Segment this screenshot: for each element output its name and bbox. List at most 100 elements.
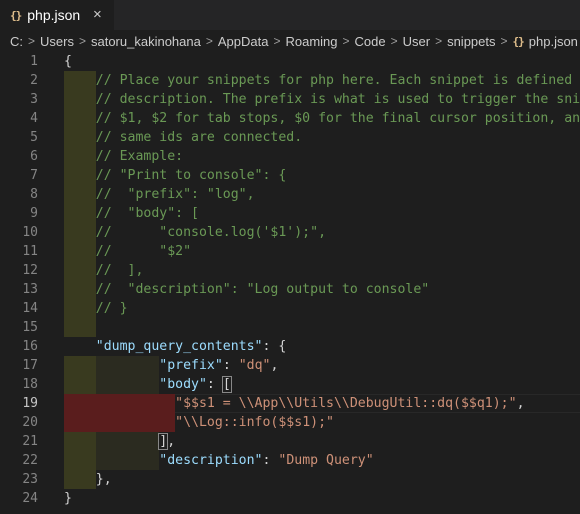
code-token: // "description": "Log output to console… [64, 282, 430, 297]
code-line[interactable]: 11 // "$2" [0, 242, 580, 261]
code-line[interactable]: 9 // "body": [ [0, 204, 580, 223]
code-text: // Example: [64, 147, 183, 166]
code-token: "body" [159, 377, 207, 392]
code-token: }, [64, 472, 112, 487]
code-editor[interactable]: 1{2 // Place your snippets for php here.… [0, 52, 580, 514]
code-line[interactable]: 17 "prefix": "dq", [0, 356, 580, 375]
line-number: 2 [30, 73, 38, 88]
code-line[interactable]: 22 "description": "Dump Query" [0, 451, 580, 470]
line-number: 6 [30, 149, 38, 164]
chevron-right-icon: > [28, 34, 36, 48]
indent-highlight [64, 318, 96, 337]
code-token: } [64, 491, 72, 506]
code-token: { [64, 54, 72, 69]
code-text: }, [64, 470, 112, 489]
code-line[interactable]: 4 // $1, $2 for tab stops, $0 for the fi… [0, 109, 580, 128]
code-line[interactable]: 19 "$$s1 = \\App\\Utils\\DebugUtil::dq($… [0, 394, 580, 413]
code-token: "\\Log::info($$s1);" [175, 415, 334, 430]
chevron-right-icon: > [342, 34, 350, 48]
code-token: "$$s1 = \\App\\Utils\\DebugUtil::dq($$q1… [175, 396, 517, 411]
code-token: [ [221, 376, 232, 393]
code-line[interactable]: 14 // } [0, 299, 580, 318]
chevron-right-icon: > [273, 34, 281, 48]
code-line[interactable]: 1{ [0, 52, 580, 71]
code-text: "dump_query_contents": { [64, 337, 287, 356]
breadcrumb-item[interactable]: Code [355, 34, 386, 49]
code-token: // Place your snippets for php here. Eac… [64, 73, 580, 88]
breadcrumb-item[interactable]: AppData [218, 34, 269, 49]
breadcrumb: C: > Users > satoru_kakinohana > AppData > Roami… [0, 30, 580, 52]
code-text: } [64, 489, 72, 508]
line-number: 18 [22, 377, 38, 392]
line-number: 7 [30, 168, 38, 183]
tab-php-json[interactable]: {} php.json × [0, 0, 114, 30]
breadcrumb-item[interactable]: snippets [447, 34, 495, 49]
code-token: : { [262, 339, 287, 354]
code-line[interactable]: 10 // "console.log('$1');", [0, 223, 580, 242]
breadcrumb-item[interactable]: User [403, 34, 430, 49]
code-line[interactable]: 18 "body": [ [0, 375, 580, 394]
breadcrumb-item[interactable]: satoru_kakinohana [91, 34, 201, 49]
code-line[interactable]: 7 // "Print to console": { [0, 166, 580, 185]
code-token: // "Print to console": { [64, 168, 287, 183]
code-line[interactable]: 5 // same ids are connected. [0, 128, 580, 147]
code-text: // } [64, 299, 128, 318]
code-token: "prefix" [159, 358, 223, 373]
code-token: : [222, 358, 239, 373]
code-token: "description" [159, 453, 263, 468]
line-number: 10 [22, 225, 38, 240]
code-line[interactable]: 2 // Place your snippets for php here. E… [0, 71, 580, 90]
line-number: 1 [30, 54, 38, 69]
chevron-right-icon: > [205, 34, 213, 48]
breadcrumb-item[interactable]: Roaming [285, 34, 337, 49]
code-token: // } [64, 301, 128, 316]
code-line[interactable]: 16 "dump_query_contents": { [0, 337, 580, 356]
line-number: 12 [22, 263, 38, 278]
code-token: , [167, 434, 176, 449]
code-line[interactable]: 20 "\\Log::info($$s1);" [0, 413, 580, 432]
code-line[interactable]: 13 // "description": "Log output to cons… [0, 280, 580, 299]
code-text: // description. The prefix is what is us… [64, 90, 580, 109]
code-line[interactable]: 3 // description. The prefix is what is … [0, 90, 580, 109]
breadcrumb-file[interactable]: php.json [529, 34, 578, 49]
code-text: "description": "Dump Query" [64, 451, 373, 470]
line-number: 15 [22, 320, 38, 335]
line-number: 14 [22, 301, 38, 316]
code-line[interactable]: 23 }, [0, 470, 580, 489]
breadcrumb-item[interactable]: C: [10, 34, 23, 49]
chevron-right-icon: > [390, 34, 398, 48]
line-number: 16 [22, 339, 38, 354]
line-number: 20 [22, 415, 38, 430]
breadcrumb-item[interactable]: Users [40, 34, 74, 49]
code-line[interactable]: 8 // "prefix": "log", [0, 185, 580, 204]
code-token: // "$2" [64, 244, 192, 259]
code-line[interactable]: 6 // Example: [0, 147, 580, 166]
code-token: , [516, 396, 525, 411]
code-line[interactable]: 21 ], [0, 432, 580, 451]
close-icon[interactable]: × [93, 6, 102, 24]
json-file-icon: {} [512, 34, 525, 48]
code-token: // $1, $2 for tab stops, $0 for the fina… [64, 111, 580, 126]
code-token: : [262, 453, 279, 468]
code-line[interactable]: 12 // ], [0, 261, 580, 280]
code-token: "dump_query_contents" [95, 339, 263, 354]
code-line[interactable]: 24} [0, 489, 580, 508]
line-number: 3 [30, 92, 38, 107]
code-text: // same ids are connected. [64, 128, 302, 147]
line-number: 5 [30, 130, 38, 145]
code-token: // same ids are connected. [64, 130, 303, 145]
code-text: ], [64, 432, 175, 451]
code-token: : [206, 377, 223, 392]
code-text: // "description": "Log output to console… [64, 280, 429, 299]
code-text: "$$s1 = \\App\\Utils\\DebugUtil::dq($$q1… [64, 394, 525, 413]
code-line[interactable]: 15 [0, 318, 580, 337]
code-text: // Place your snippets for php here. Eac… [64, 71, 580, 90]
line-number: 22 [22, 453, 38, 468]
code-token: // "body": [ [64, 206, 199, 221]
line-number: 4 [30, 111, 38, 126]
line-number: 23 [22, 472, 38, 487]
